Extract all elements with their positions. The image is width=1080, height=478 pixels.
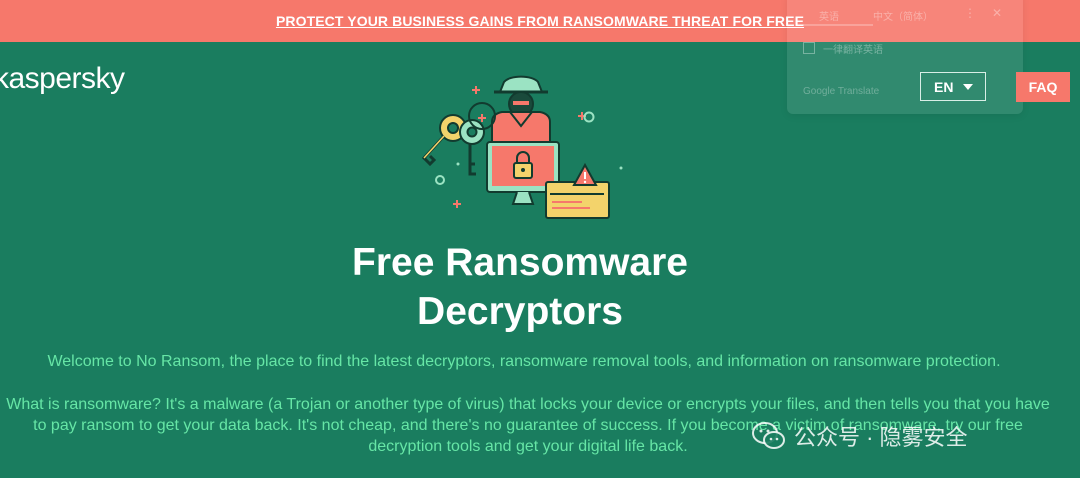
close-icon[interactable]: ✕ — [992, 6, 1002, 20]
google-translate-brand: Google Translate — [803, 86, 880, 97]
translate-widget: 英语 中文（简体） ⋮ ✕ 一律翻译英语 Google Translate — [787, 0, 1023, 114]
more-icon[interactable]: ⋮ — [964, 6, 976, 20]
chevron-down-icon — [963, 84, 973, 90]
kaspersky-logo[interactable]: kaspersky — [0, 62, 125, 96]
translate-tab-underline — [803, 24, 873, 26]
hacker-figure-icon — [491, 75, 551, 143]
page: PROTECT YOUR BUSINESS GAINS FROM RANSOMW… — [0, 0, 1080, 478]
watermark-text: 公众号 · 隐雾安全 — [794, 425, 968, 450]
translate-tab-chinese[interactable]: 中文（简体） — [873, 8, 933, 23]
page-title: Free Ransomware Decryptors — [0, 238, 1040, 336]
faq-button[interactable]: FAQ — [1016, 72, 1070, 102]
description-line-1: What is ransomware? It's a malware (a Tr… — [6, 396, 1050, 413]
always-translate-label: 一律翻译英语 — [823, 45, 883, 56]
page-title-line-2: Decryptors — [417, 290, 623, 333]
page-title-line-1: Free Ransomware — [352, 241, 688, 284]
always-translate-checkbox[interactable] — [803, 42, 815, 54]
wechat-icon — [752, 422, 785, 449]
language-value: EN — [934, 78, 954, 95]
promo-link[interactable]: PROTECT YOUR BUSINESS GAINS FROM RANSOMW… — [276, 13, 804, 29]
language-select[interactable]: EN — [920, 72, 986, 101]
ransomware-illustration — [421, 75, 623, 219]
translate-tab-english[interactable]: 英语 — [819, 8, 839, 23]
key-icon — [421, 102, 496, 176]
intro-text: Welcome to No Ransom, the place to find … — [47, 353, 1001, 370]
watermark: 公众号 · 隐雾安全 — [752, 420, 968, 452]
